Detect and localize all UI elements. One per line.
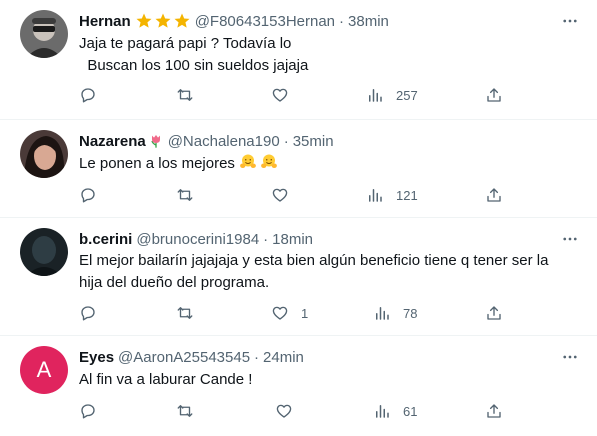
tweet-text: Le ponen a los mejores	[79, 153, 278, 178]
like-icon	[272, 188, 288, 202]
retweet-icon	[177, 189, 193, 201]
tweet-text-line: Le ponen a los mejores	[79, 155, 235, 172]
tweet[interactable]: Hernan @F80643153Hernan · 38min Jaja te …	[0, 0, 597, 120]
tweet-text-line: Al fin va a laburar Cande !	[79, 371, 253, 388]
retweet-button[interactable]	[175, 85, 207, 105]
share-icon	[487, 88, 501, 102]
star-icon	[136, 13, 152, 28]
tweet-text-line: hija del dueño del programa.	[79, 274, 270, 291]
like-icon	[272, 306, 288, 320]
tweet[interactable]: b.cerini @brunocerini1984 · 18min El mej…	[0, 218, 597, 336]
views-button[interactable]: 121	[366, 185, 418, 205]
like-button[interactable]	[275, 401, 305, 421]
tweet-text: Jaja te pagará papi ? Todavía lo Buscan …	[79, 33, 308, 77]
avatar[interactable]	[20, 10, 68, 58]
tweet-header: Eyes @AaronA25543545 · 24min	[79, 346, 304, 368]
tweet-text-line: Buscan los 100 sin sueldos jajaja	[79, 57, 309, 74]
timestamp[interactable]: 35min	[293, 133, 334, 150]
star-icon	[174, 13, 190, 28]
tweet-text: El mejor bailarín jajajaja y esta bien a…	[79, 250, 548, 294]
more-icon[interactable]	[559, 228, 581, 250]
star-badges	[135, 12, 191, 30]
tulip-icon	[148, 132, 164, 150]
tweet[interactable]: A Eyes @AaronA25543545 · 24min Al fin va…	[0, 336, 597, 436]
more-icon[interactable]	[559, 346, 581, 368]
tweet-header: Hernan @F80643153Hernan · 38min	[79, 10, 389, 32]
user-handle[interactable]: @brunocerini1984	[136, 231, 259, 248]
reply-icon	[81, 88, 95, 103]
timestamp[interactable]: 24min	[263, 349, 304, 366]
reply-button[interactable]	[79, 85, 109, 105]
hugging-face-emoji	[260, 153, 278, 178]
display-name[interactable]: Eyes	[79, 349, 114, 366]
tweet-text-line: Jaja te pagará papi ? Todavía lo	[79, 35, 292, 52]
tweet-text-line: El mejor bailarín jajajaja y esta bien a…	[79, 252, 549, 269]
views-icon	[369, 189, 382, 202]
retweet-button[interactable]	[175, 401, 207, 421]
avatar[interactable]	[20, 228, 68, 276]
views-button[interactable]: 257	[366, 85, 418, 105]
tweet-actions: 1 78	[0, 303, 597, 323]
reply-icon	[81, 188, 95, 203]
reply-button[interactable]	[79, 401, 109, 421]
retweet-icon	[177, 89, 193, 101]
avatar-letter: A	[36, 357, 52, 382]
like-button[interactable]: 1	[271, 303, 308, 323]
separator-dot: ·	[283, 132, 289, 150]
tweet-text: Al fin va a laburar Cande !	[79, 369, 252, 391]
share-button[interactable]	[485, 303, 503, 323]
timestamp[interactable]: 38min	[348, 13, 389, 30]
user-handle[interactable]: @Nachalena190	[168, 133, 280, 150]
more-icon[interactable]	[559, 10, 581, 32]
tweet-actions: 257	[0, 85, 597, 105]
like-icon	[272, 88, 288, 102]
like-icon	[276, 404, 292, 418]
like-button[interactable]	[271, 85, 301, 105]
reply-button[interactable]	[79, 185, 109, 205]
share-button[interactable]	[485, 85, 503, 105]
share-button[interactable]	[485, 401, 503, 421]
reply-button[interactable]	[79, 303, 109, 323]
separator-dot: ·	[254, 348, 260, 366]
views-count: 61	[403, 403, 418, 419]
retweet-button[interactable]	[175, 303, 207, 323]
views-icon	[369, 89, 382, 102]
tweet-feed: Hernan @F80643153Hernan · 38min Jaja te …	[0, 0, 597, 436]
reply-icon	[81, 306, 95, 321]
like-count: 1	[301, 305, 309, 321]
views-count: 257	[396, 87, 418, 103]
share-icon	[487, 188, 501, 202]
views-icon	[376, 307, 389, 320]
retweet-icon	[177, 307, 193, 319]
display-name[interactable]: Nazarena	[79, 133, 146, 150]
views-count: 78	[403, 305, 418, 321]
views-button[interactable]: 78	[373, 303, 417, 323]
share-icon	[487, 306, 501, 320]
avatar[interactable]: A	[20, 346, 68, 394]
tweet-actions: 121	[0, 185, 597, 205]
views-count: 121	[396, 187, 418, 203]
hugging-face-emoji	[239, 153, 257, 178]
share-icon	[487, 404, 501, 418]
views-icon	[376, 405, 389, 418]
timestamp[interactable]: 18min	[272, 231, 313, 248]
tweet-header: Nazarena @Nachalena190 · 35min	[79, 130, 334, 152]
separator-dot: ·	[339, 12, 345, 30]
reply-icon	[81, 404, 95, 419]
tweet-header: b.cerini @brunocerini1984 · 18min	[79, 228, 313, 250]
avatar[interactable]	[20, 130, 68, 178]
display-name[interactable]: b.cerini	[79, 231, 132, 248]
separator-dot: ·	[263, 230, 269, 248]
retweet-icon	[177, 405, 193, 417]
user-handle[interactable]: @F80643153Hernan	[195, 13, 335, 30]
star-icon	[155, 13, 171, 28]
tweet[interactable]: Nazarena @Nachalena190 · 35min Le ponen …	[0, 120, 597, 218]
display-name[interactable]: Hernan	[79, 13, 131, 30]
retweet-button[interactable]	[175, 185, 207, 205]
share-button[interactable]	[485, 185, 503, 205]
tweet-actions: 61	[0, 401, 597, 421]
like-button[interactable]	[271, 185, 301, 205]
views-button[interactable]: 61	[373, 401, 417, 421]
user-handle[interactable]: @AaronA25543545	[118, 349, 250, 366]
